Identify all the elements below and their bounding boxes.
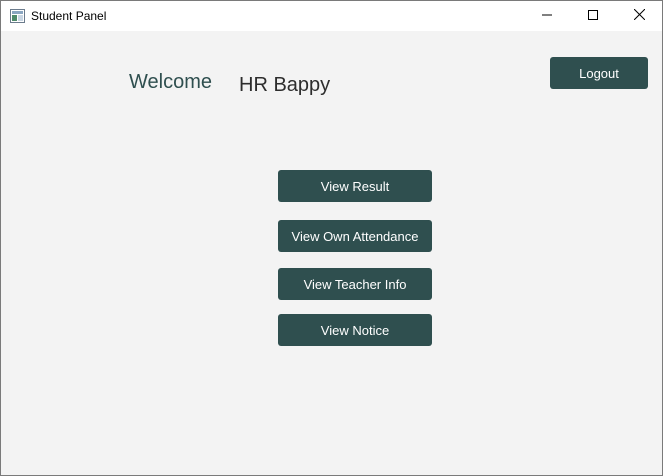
close-icon [633, 7, 645, 25]
maximize-icon [588, 7, 598, 25]
minimize-icon [542, 7, 552, 25]
user-name: HR Bappy [239, 74, 331, 96]
view-result-button[interactable]: View Result [278, 170, 432, 202]
close-button[interactable] [616, 1, 662, 31]
view-teacher-info-button[interactable]: View Teacher Info [278, 268, 432, 300]
view-own-attendance-button[interactable]: View Own Attendance [278, 220, 432, 252]
app-icon [10, 9, 25, 23]
title-bar[interactable]: Student Panel [1, 1, 662, 31]
minimize-button[interactable] [524, 1, 570, 31]
logout-button[interactable]: Logout [550, 57, 648, 89]
view-notice-button[interactable]: View Notice [278, 314, 432, 346]
maximize-button[interactable] [570, 1, 616, 31]
window-title: Student Panel [31, 9, 107, 23]
welcome-label: Welcome [129, 71, 212, 93]
panel-content: Welcome HR Bappy Logout View Result View… [1, 31, 662, 475]
student-panel-window: Student Panel Welcome HR Bappy Logout Vi… [0, 0, 663, 476]
